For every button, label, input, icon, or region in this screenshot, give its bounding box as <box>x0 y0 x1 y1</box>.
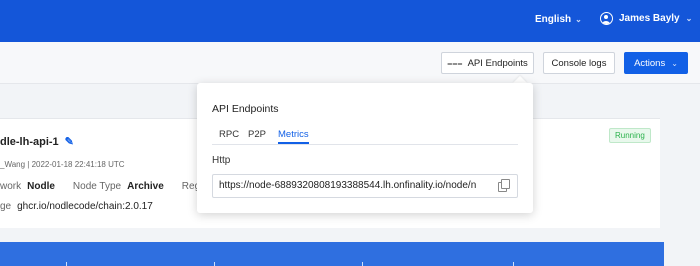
actions-label: Actions <box>634 57 666 69</box>
api-endpoints-label: API Endpoints <box>467 57 528 69</box>
http-label: Http <box>212 155 231 166</box>
image-value: ghcr.io/nodlecode/chain:2.0.17 <box>17 201 153 212</box>
node-title: dle-lh-api-1 ✎ <box>0 135 74 149</box>
table-column-divider <box>66 262 67 266</box>
node-properties-row: work Nodle Node Type Archive Regi <box>0 181 202 192</box>
chevron-down-icon: ⌄ <box>671 58 678 68</box>
node-name: dle-lh-api-1 <box>0 135 59 148</box>
console-logs-label: Console logs <box>551 57 607 69</box>
node-type-label: Node Type <box>72 181 122 192</box>
status-badge: Running <box>609 128 651 143</box>
popover-title: API Endpoints <box>212 103 279 115</box>
language-label: English <box>535 14 572 25</box>
copy-icon[interactable] <box>498 179 510 192</box>
table-column-divider <box>214 262 215 266</box>
edit-icon[interactable]: ✎ <box>65 135 74 148</box>
table-header <box>0 242 664 266</box>
tab-p2p[interactable]: P2P <box>248 129 266 140</box>
share-icon: ⩶ <box>447 57 463 68</box>
table-column-divider <box>513 262 514 266</box>
api-endpoints-popover: API Endpoints RPC P2P Metrics Http https… <box>197 83 533 213</box>
actions-button[interactable]: Actions ⌄ <box>624 52 688 74</box>
endpoint-tabs: RPC P2P Metrics <box>212 129 518 145</box>
node-meta: _Wang | 2022-01-18 22:41:18 UTC <box>0 160 125 169</box>
network-label: work <box>0 181 22 192</box>
user-menu[interactable]: James Bayly ⌄ <box>600 12 692 25</box>
tab-metrics[interactable]: Metrics <box>278 129 309 144</box>
language-selector[interactable]: English ⌄ <box>535 14 582 25</box>
user-name: James Bayly <box>619 13 680 24</box>
node-type-value: Archive <box>127 181 164 192</box>
network-value: Nodle <box>27 181 55 192</box>
table-column-divider <box>362 262 363 266</box>
chevron-down-icon: ⌄ <box>685 14 693 23</box>
api-endpoints-button[interactable]: ⩶ API Endpoints <box>441 52 534 74</box>
chevron-down-icon: ⌄ <box>575 15 582 24</box>
image-label: ge <box>0 201 12 212</box>
tab-rpc[interactable]: RPC <box>219 129 239 140</box>
http-url-field[interactable]: https://node-6889320808193388544.lh.onfi… <box>212 174 518 198</box>
user-icon <box>600 12 613 25</box>
console-logs-button[interactable]: Console logs <box>543 52 615 74</box>
node-image-row: ge ghcr.io/nodlecode/chain:2.0.17 <box>0 201 153 212</box>
top-navigation-bar: English ⌄ James Bayly ⌄ <box>0 0 700 42</box>
